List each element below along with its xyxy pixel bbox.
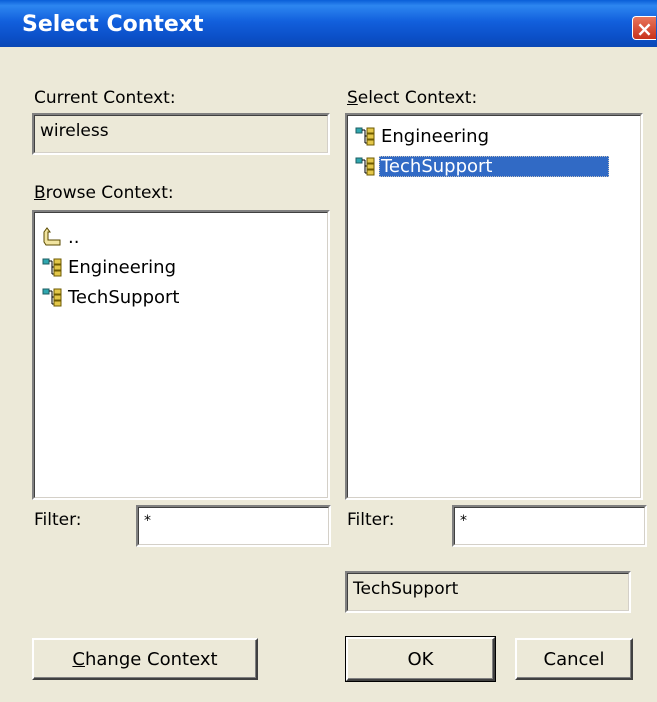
up-folder-icon [43, 227, 61, 246]
list-item-techsupport-selected[interactable]: TechSupport [355, 153, 609, 179]
select-filter-input[interactable]: * [452, 505, 647, 547]
close-icon[interactable]: × [632, 16, 656, 41]
browse-context-list[interactable]: .. Engineering TechSupport [32, 210, 330, 500]
select-filter-label: Filter: [347, 510, 395, 530]
ok-button[interactable]: OK [345, 636, 496, 682]
tree-node-icon [355, 127, 375, 146]
browse-filter-label: Filter: [34, 510, 82, 530]
current-context-label: Current Context: [34, 88, 176, 108]
window-title: Select Context [22, 12, 204, 37]
tree-node-icon [355, 157, 375, 176]
browse-filter-value: * [144, 513, 151, 529]
list-item-techsupport[interactable]: TechSupport [42, 284, 181, 310]
select-filter-value: * [460, 513, 467, 529]
title-bar: Select Context × [0, 0, 657, 47]
browse-filter-input[interactable]: * [136, 505, 331, 547]
tree-node-icon [42, 288, 62, 307]
change-context-button[interactable]: Change Context [32, 638, 258, 680]
list-item-up[interactable]: .. [42, 224, 81, 250]
cancel-button[interactable]: Cancel [515, 638, 633, 680]
current-context-value: wireless [40, 121, 109, 141]
selected-context-field: TechSupport [345, 571, 631, 613]
browse-context-label: Browse Context: [34, 183, 174, 203]
select-context-list[interactable]: Engineering TechSupport [345, 113, 643, 500]
tree-node-icon [42, 258, 62, 277]
list-item-engineering[interactable]: Engineering [355, 123, 491, 149]
current-context-field: wireless [32, 113, 330, 155]
selected-context-value: TechSupport [353, 579, 459, 599]
list-item-engineering[interactable]: Engineering [42, 254, 178, 280]
select-context-label: Select Context: [347, 88, 478, 108]
